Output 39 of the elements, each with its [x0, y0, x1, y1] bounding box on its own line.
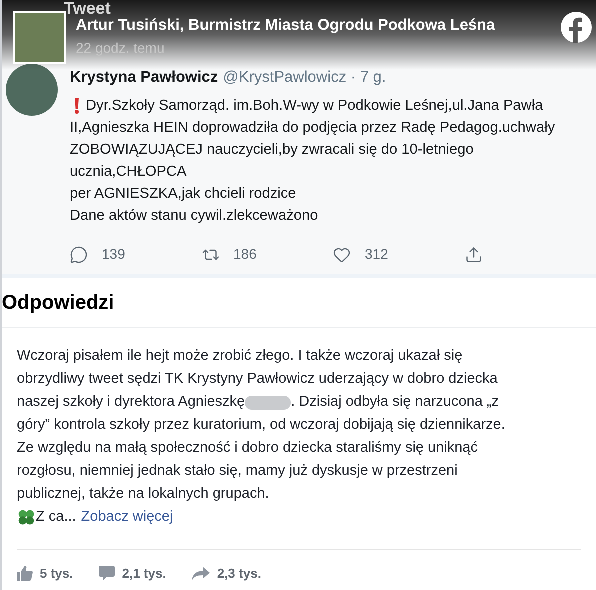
clover-icon	[17, 508, 36, 526]
photo-placeholder	[13, 11, 66, 64]
post-text: . Dzisiaj odbyła się narzucona „z	[291, 393, 500, 412]
share-arrow-icon[interactable]	[192, 566, 210, 581]
redaction-block	[245, 396, 292, 410]
heart-icon[interactable]	[333, 246, 351, 264]
post-text: obrzydliwy tweet sędzi TK Krystyny Pawłowicz uderzający w dobro dziecka	[17, 370, 498, 389]
post-text: Ze względu na małą społeczność i dobro dziecka staraliśmy się uniknąć	[17, 439, 478, 458]
thumbs-up-icon[interactable]	[17, 566, 33, 582]
post-text: góry” kontrola szkoły przez kuratorium, od wczoraj dobijają się dziennikarze.	[17, 416, 506, 435]
post-text: publicznej, także na lokalnych grupach.	[17, 485, 270, 504]
tweet-text-line: ZOBOWIĄZUJĄCEJ nauczycieli,by zwracali się do 10-letniego	[70, 141, 474, 160]
comment-icon[interactable]	[99, 566, 116, 582]
see-more-link[interactable]: Zobacz więcej	[81, 506, 174, 529]
stat-count[interactable]: 2,1 tys.	[122, 564, 166, 584]
tweet-text-line: II,Agnieszka HEIN doprowadziła do podjęcia przez Radę Pedagog.uchwały	[70, 119, 556, 138]
post-text: rozgłosu, niemniej jednak stało się, mamy już dyskusje w przestrzeni	[17, 462, 458, 481]
reply-icon[interactable]	[70, 246, 88, 264]
tweet-heading: Tweet	[64, 0, 111, 17]
post-text: naszej szkoły i dyrektora Agnieszkę	[17, 393, 246, 412]
stat-count[interactable]: 2,3 tys.	[217, 564, 262, 584]
share-icon[interactable]	[464, 246, 482, 264]
exclamation-icon	[74, 98, 80, 114]
replies-heading: Odpowiedzi	[2, 290, 114, 316]
action-count: 139	[102, 245, 126, 264]
stat-count[interactable]: 5 tys.	[40, 564, 74, 584]
tweet-text-line: Dyr.Szkoły Samorząd. im.Boh.W-wy w Podkowie Leśnej,ul.Jana Pawła	[86, 97, 544, 116]
tweet-text-line: Dane aktów stanu cywil.zlekceważono	[70, 207, 318, 226]
tweet-author: Krystyna Pawłowicz	[70, 68, 218, 88]
action-count: 186	[234, 245, 257, 264]
tweet-text-line: per AGNIESZKA,jak chcieli rodzice	[70, 185, 296, 204]
post-text: Z ca...	[36, 508, 76, 527]
facebook-logo-icon[interactable]	[561, 12, 592, 43]
tweet-text-line: ucznia,CHŁOPCA	[70, 163, 187, 182]
avatar-placeholder	[6, 64, 58, 116]
tweet-handle: @KrystPawlowicz · 7 g.	[223, 68, 386, 88]
post-author[interactable]: Artur Tusiński, Burmistrz Miasta Ogrodu Podkowa Leśna	[76, 16, 496, 36]
action-count: 312	[365, 245, 388, 264]
post-text: Wczoraj pisałem ile hejt może zrobić złego. I także wczoraj ukazał się	[17, 347, 463, 366]
